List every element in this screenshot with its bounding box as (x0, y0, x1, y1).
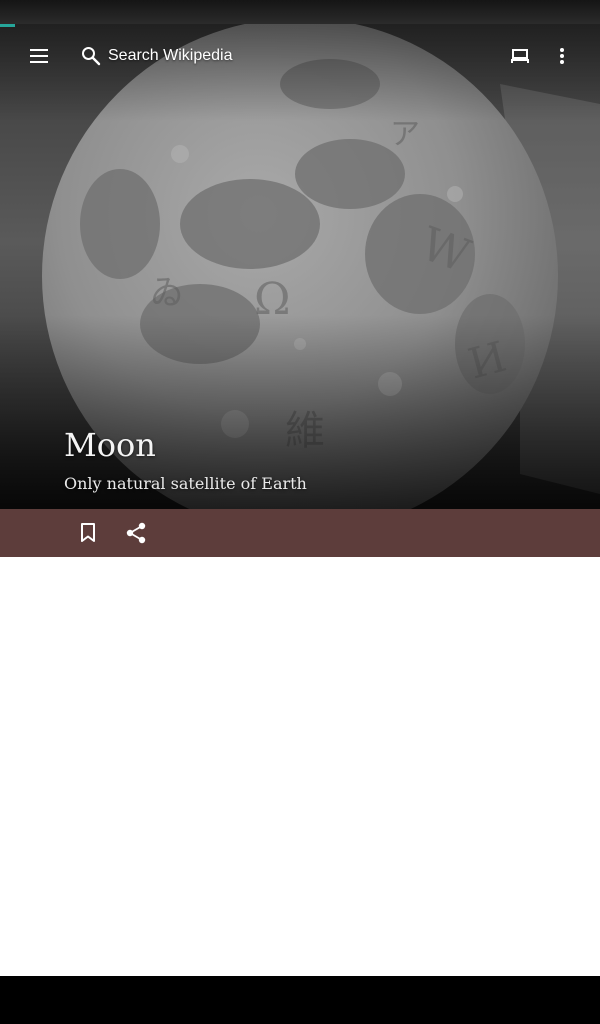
page-load-progress (0, 24, 15, 27)
article-content (0, 557, 600, 976)
article-title: Moon (64, 426, 156, 464)
tabs-button[interactable] (500, 36, 540, 76)
menu-button[interactable] (20, 36, 60, 76)
bookmark-icon (81, 523, 95, 542)
app-screen: Ω W И 維 ゐ ア Search (0, 0, 600, 1024)
top-toolbar: Search Wikipedia (0, 24, 600, 88)
system-navigation-bar (0, 976, 600, 1024)
status-bar (0, 0, 600, 24)
search-icon (76, 36, 106, 76)
search-bar[interactable]: Search Wikipedia (76, 36, 376, 76)
tabs-icon (511, 49, 529, 63)
share-icon (126, 522, 146, 544)
search-placeholder: Search Wikipedia (108, 47, 233, 64)
overflow-menu-button[interactable] (542, 36, 582, 76)
article-description: Only natural satellite of Earth (64, 474, 307, 493)
hamburger-menu-icon (30, 49, 48, 63)
more-vert-icon (560, 48, 564, 64)
article-action-bar (0, 509, 600, 557)
share-button[interactable] (116, 513, 156, 553)
save-bookmark-button[interactable] (68, 513, 108, 553)
